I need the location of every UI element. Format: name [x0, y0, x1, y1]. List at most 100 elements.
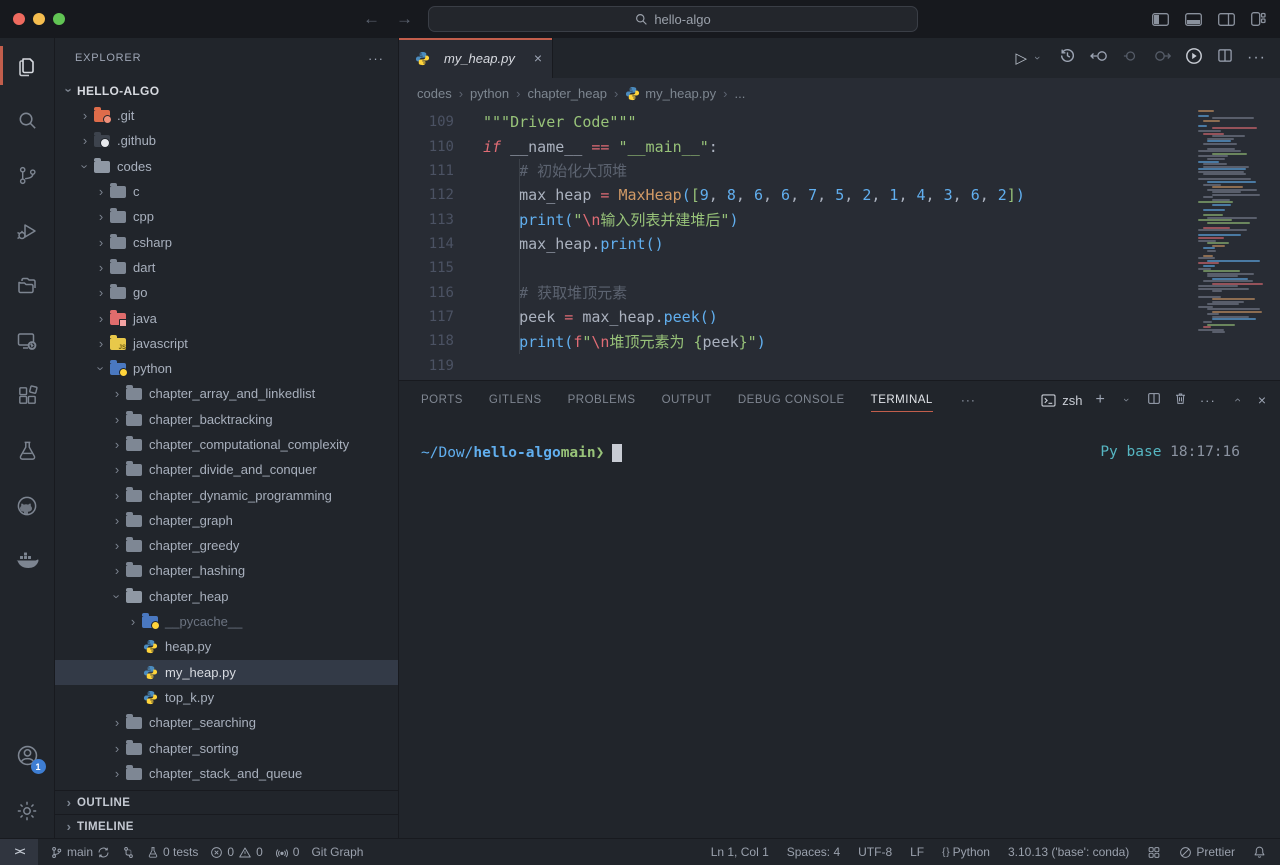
- tree-item-go[interactable]: ›go: [55, 280, 398, 305]
- tree-item-dart[interactable]: ›dart: [55, 255, 398, 280]
- tree-item-my-heap-py[interactable]: ›my_heap.py: [55, 660, 398, 685]
- python-interpreter-status[interactable]: 3.10.13 ('base': conda): [1002, 839, 1135, 865]
- customize-layout-icon[interactable]: [1251, 12, 1266, 26]
- problems-status[interactable]: 0 0: [204, 839, 268, 865]
- close-panel-icon[interactable]: ×: [1258, 392, 1266, 408]
- code-line-117[interactable]: 117 peek = max_heap.peek(): [399, 305, 1280, 329]
- docker-icon[interactable]: [0, 533, 55, 588]
- remote-indicator[interactable]: ><: [0, 839, 38, 865]
- navigate-back-icon[interactable]: ←: [363, 9, 380, 29]
- tab-close-icon[interactable]: ×: [534, 50, 542, 66]
- tree-item-chapter-dynamic-programming[interactable]: ›chapter_dynamic_programming: [55, 482, 398, 507]
- tree-item-csharp[interactable]: ›csharp: [55, 229, 398, 254]
- toggle-secondary-sidebar-icon[interactable]: [1218, 13, 1235, 26]
- git-branch-status[interactable]: main: [44, 839, 116, 865]
- command-center-search[interactable]: hello-algo: [428, 6, 918, 32]
- tree-item--pycache-[interactable]: ›__pycache__: [55, 609, 398, 634]
- close-window-button[interactable]: [13, 13, 25, 25]
- breadcrumb-item-python[interactable]: python: [470, 86, 509, 101]
- extension-blocks-status[interactable]: [1141, 839, 1167, 865]
- new-terminal-button[interactable]: +: [1095, 391, 1104, 409]
- panel-more-tabs-icon[interactable]: ···: [961, 393, 976, 407]
- sidebar-section-timeline[interactable]: ›TIMELINE: [55, 814, 398, 838]
- tree-item--github[interactable]: ›.github: [55, 128, 398, 153]
- terminal[interactable]: ~/Dow/hello-algo main ❯ Py base 18:17:16: [399, 419, 1280, 838]
- indentation-status[interactable]: Spaces: 4: [781, 839, 846, 865]
- eol-status[interactable]: LF: [904, 839, 930, 865]
- split-editor-icon[interactable]: [1217, 48, 1233, 68]
- panel-tab-ports[interactable]: PORTS: [421, 381, 463, 419]
- sidebar-section-outline[interactable]: ›OUTLINE: [55, 790, 398, 814]
- tree-item-chapter-graph[interactable]: ›chapter_graph: [55, 508, 398, 533]
- terminal-dropdown-icon[interactable]: ›: [1120, 392, 1132, 408]
- panel-more-actions-icon[interactable]: ···: [1200, 393, 1216, 408]
- tree-item-cpp[interactable]: ›cpp: [55, 204, 398, 229]
- run-in-dedicated-terminal-icon[interactable]: [1185, 47, 1203, 70]
- code-line-110[interactable]: 110if __name__ == "__main__":: [399, 134, 1280, 158]
- tab-my-heap-py[interactable]: my_heap.py ×: [399, 38, 553, 78]
- code-line-118[interactable]: 118 print(f"\n堆顶元素为 {peek}"): [399, 329, 1280, 353]
- breadcrumb-item--[interactable]: ...: [734, 86, 745, 101]
- prettier-status[interactable]: Prettier: [1173, 839, 1241, 865]
- settings-gear-icon[interactable]: [0, 783, 55, 838]
- encoding-status[interactable]: UTF-8: [852, 839, 898, 865]
- tree-item-top-k-py[interactable]: ›top_k.py: [55, 685, 398, 710]
- kill-terminal-icon[interactable]: [1174, 392, 1187, 408]
- code-line-115[interactable]: 115: [399, 256, 1280, 280]
- extensions-icon[interactable]: [0, 368, 55, 423]
- tree-item--git[interactable]: ›.git: [55, 103, 398, 128]
- panel-tab-debug-console[interactable]: DEBUG CONSOLE: [738, 381, 845, 419]
- code-editor[interactable]: 109"""Driver Code"""110if __name__ == "_…: [399, 108, 1280, 380]
- run-python-file-button[interactable]: ▷ ›: [1015, 49, 1045, 67]
- github-icon[interactable]: [0, 478, 55, 533]
- code-line-114[interactable]: 114 max_heap.print(): [399, 232, 1280, 256]
- explorer-more-actions-icon[interactable]: ···: [368, 51, 384, 66]
- breadcrumb-item-my-heap-py[interactable]: my_heap.py: [625, 86, 716, 101]
- notifications-bell[interactable]: [1247, 839, 1272, 865]
- minimize-window-button[interactable]: [33, 13, 45, 25]
- panel-tab-terminal[interactable]: TERMINAL: [871, 381, 933, 419]
- ports-status[interactable]: 0: [269, 839, 306, 865]
- code-line-111[interactable]: 111 # 初始化大顶堆: [399, 159, 1280, 183]
- tree-item-chapter-searching[interactable]: ›chapter_searching: [55, 710, 398, 735]
- panel-tab-gitlens[interactable]: GITLENS: [489, 381, 542, 419]
- tree-item-heap-py[interactable]: ›heap.py: [55, 634, 398, 659]
- timeline-history-icon[interactable]: [1059, 47, 1076, 69]
- code-line-113[interactable]: 113 print("\n输入列表并建堆后"): [399, 207, 1280, 231]
- editor-more-actions-icon[interactable]: ···: [1247, 49, 1266, 67]
- tests-status[interactable]: 0 tests: [141, 839, 204, 865]
- tree-item-chapter-hashing[interactable]: ›chapter_hashing: [55, 558, 398, 583]
- gitlens-compare-status[interactable]: [116, 839, 141, 865]
- tree-item-java[interactable]: ›java: [55, 305, 398, 330]
- tree-item-chapter-greedy[interactable]: ›chapter_greedy: [55, 533, 398, 558]
- git-graph-button[interactable]: Git Graph: [305, 839, 369, 865]
- toggle-panel-icon[interactable]: [1185, 13, 1202, 26]
- tree-item-chapter-stack-and-queue[interactable]: ›chapter_stack_and_queue: [55, 761, 398, 786]
- tree-item-chapter-heap[interactable]: ›chapter_heap: [55, 584, 398, 609]
- tree-item-c[interactable]: ›c: [55, 179, 398, 204]
- language-mode-status[interactable]: { } Python: [936, 839, 996, 865]
- breadcrumb-item-chapter-heap[interactable]: chapter_heap: [527, 86, 607, 101]
- accounts-icon[interactable]: 1: [0, 728, 55, 783]
- tree-item-chapter-computational-complexity[interactable]: ›chapter_computational_complexity: [55, 432, 398, 457]
- panel-tab-problems[interactable]: PROBLEMS: [568, 381, 636, 419]
- tree-item-chapter-array-and-linkedlist[interactable]: ›chapter_array_and_linkedlist: [55, 381, 398, 406]
- tree-item-chapter-sorting[interactable]: ›chapter_sorting: [55, 735, 398, 760]
- workspace-root-item[interactable]: › HELLO-ALGO: [55, 78, 398, 103]
- run-debug-icon[interactable]: [0, 203, 55, 258]
- code-line-119[interactable]: 119: [399, 353, 1280, 377]
- tree-item-javascript[interactable]: ›javascript: [55, 331, 398, 356]
- explorer-icon[interactable]: [0, 38, 55, 93]
- tree-item-python[interactable]: ›python: [55, 356, 398, 381]
- navigate-forward-icon[interactable]: →: [396, 9, 413, 29]
- source-control-icon[interactable]: [0, 148, 55, 203]
- panel-tab-output[interactable]: OUTPUT: [662, 381, 712, 419]
- minimap[interactable]: [1198, 108, 1264, 336]
- cursor-position-status[interactable]: Ln 1, Col 1: [705, 839, 775, 865]
- search-view-icon[interactable]: [0, 93, 55, 148]
- maximize-panel-icon[interactable]: ›: [1230, 392, 1244, 408]
- code-line-112[interactable]: 112 max_heap = MaxHeap([9, 8, 6, 6, 7, 5…: [399, 183, 1280, 207]
- folders-view-icon[interactable]: [0, 258, 55, 313]
- remote-explorer-icon[interactable]: [0, 313, 55, 368]
- shell-selector[interactable]: zsh: [1041, 393, 1082, 408]
